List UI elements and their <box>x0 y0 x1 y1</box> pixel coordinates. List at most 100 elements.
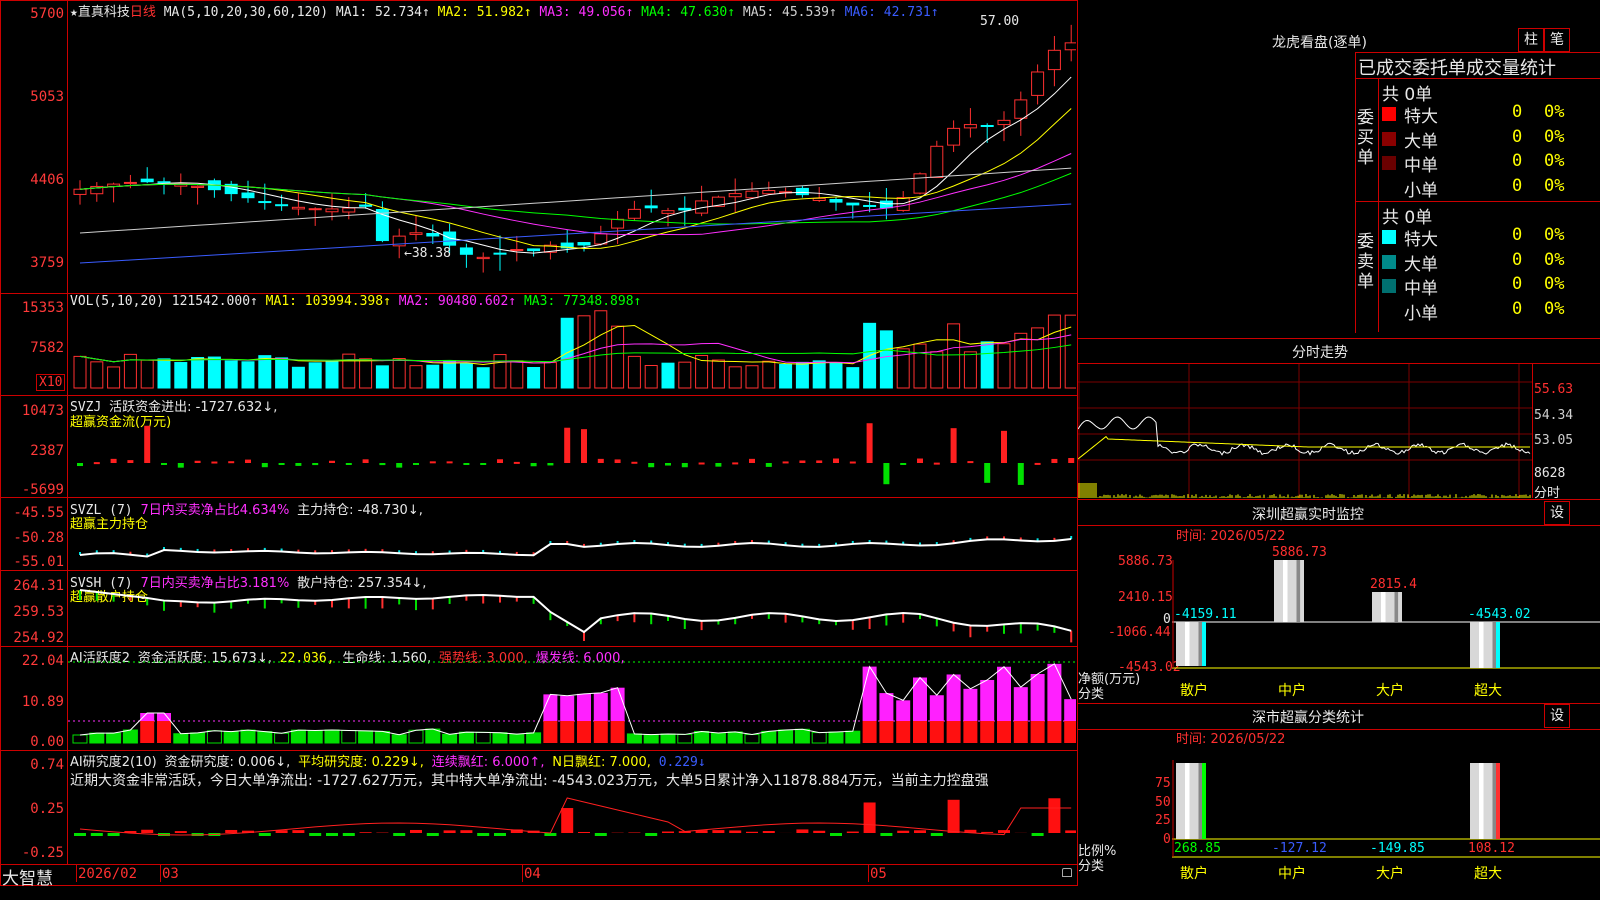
flow-bar <box>1017 463 1024 485</box>
candle-body <box>879 200 893 209</box>
sz-stats-time: 时间: 2026/05/22 <box>1176 732 1286 747</box>
activity-bar <box>778 729 794 744</box>
color-swatch <box>1382 230 1396 244</box>
divider <box>0 570 1078 571</box>
activity-bar <box>324 729 340 744</box>
tick-mode-button[interactable]: 笔 <box>1544 28 1570 52</box>
flow-bar <box>345 463 352 465</box>
activity-bar <box>694 730 710 744</box>
divider <box>0 497 1078 498</box>
main-holding-chart[interactable] <box>68 499 1076 569</box>
sell-row-count: 0 <box>1512 249 1523 270</box>
activity-bar <box>190 732 206 744</box>
flow-bar <box>782 461 789 464</box>
sz-stats-axis: 50 <box>1155 795 1171 810</box>
volume-bar <box>291 366 305 389</box>
activity-bar <box>626 733 642 744</box>
activity-base-bar <box>560 721 575 743</box>
activity-bar <box>710 732 726 744</box>
ma5-line <box>79 167 1072 234</box>
sell-row: 特大 0 0% <box>1382 225 1598 250</box>
sz-monitor-chart[interactable]: -4159.11 散户 5886.73 中户 2815.4 大户 -4543.02 超大 <box>1172 540 1600 702</box>
research-bar <box>258 833 271 836</box>
candle-body <box>140 178 154 183</box>
activity-bar <box>206 730 222 744</box>
candle-body <box>258 201 272 204</box>
candlestick-chart[interactable] <box>68 18 1076 292</box>
flow-bar <box>513 461 520 464</box>
activity-top-bar <box>140 713 155 721</box>
flow-bar <box>497 459 503 463</box>
monitor-value: -4159.11 <box>1174 607 1237 622</box>
sz-monitor-settings-button[interactable]: 设 <box>1544 501 1570 525</box>
sz-monitor-axis: 5886.73 <box>1118 554 1173 569</box>
research-bar <box>880 833 893 836</box>
research-cont: 连续飘红: 6.000↑, <box>431 755 545 770</box>
retail-tick <box>79 590 81 601</box>
flow-bar <box>749 458 755 463</box>
money-flow-chart[interactable] <box>68 400 1076 496</box>
sz-stats-chart[interactable]: 268.85 散户 -127.12 中户 -149.85 大户 108.12 超大 <box>1172 760 1600 900</box>
candle-body <box>863 204 877 207</box>
volume-bar <box>913 343 927 389</box>
activity-top-bar <box>610 687 625 721</box>
color-swatch <box>1382 303 1396 318</box>
stats-category: 超大 <box>1474 866 1502 882</box>
flow-bar <box>1051 458 1058 463</box>
sz-stats-axis: 25 <box>1155 813 1171 828</box>
flow-bar <box>833 458 839 463</box>
divider <box>1078 729 1600 730</box>
candle-body <box>829 199 843 203</box>
volume-chart[interactable] <box>68 310 1076 394</box>
buy-row: 中单 0 0% <box>1382 151 1598 176</box>
retail-tick <box>633 613 636 623</box>
volume-bar <box>997 343 1011 389</box>
sz-monitor-axis: 2410.15 <box>1118 590 1173 605</box>
research-nday: N日飘红: 7.000, <box>552 755 651 770</box>
lock-icon[interactable] <box>1062 868 1072 877</box>
candle-body <box>123 181 137 184</box>
retail-tick <box>885 614 888 626</box>
volume-bar <box>795 361 809 389</box>
volume-bar <box>241 361 255 389</box>
date-label: 2026/02 <box>78 866 138 882</box>
candle-body <box>963 124 977 129</box>
intraday-avg-line <box>1078 435 1530 460</box>
svsh-axis-label: 259.53 <box>13 604 64 620</box>
flow-bar <box>715 463 722 467</box>
activity-bar <box>341 730 357 744</box>
vol-axis-label: 15353 <box>21 300 64 316</box>
sell-row-count: 0 <box>1512 274 1523 294</box>
ai2-axis-label: 10.89 <box>21 694 64 710</box>
research-avg: 平均研究度: 0.229↓, <box>298 755 424 770</box>
volume-bar <box>510 360 524 389</box>
flow-bar <box>967 461 974 464</box>
vol-multiplier: X10 <box>36 374 66 391</box>
flow-bar <box>816 460 823 463</box>
research-bar <box>628 832 641 833</box>
date-label: 04 <box>524 866 541 882</box>
candle-body <box>510 249 524 252</box>
buy-row-pct: 0% <box>1544 175 1565 196</box>
flow-bar <box>732 462 739 465</box>
stats-value: -149.85 <box>1370 841 1425 856</box>
stats-value: -127.12 <box>1272 841 1327 856</box>
volume-bar <box>73 355 87 389</box>
candle-body <box>644 205 658 209</box>
activity-base-bar <box>913 721 927 743</box>
ai-research-chart[interactable] <box>68 785 1076 863</box>
volume-bar <box>174 362 188 389</box>
volume-bar <box>728 366 742 389</box>
volume-bar <box>812 360 826 389</box>
activity-bar <box>761 730 777 744</box>
date-tick <box>868 864 869 882</box>
intraday-chart[interactable] <box>1078 364 1532 498</box>
sell-row-label: 大单 <box>1404 254 1438 275</box>
ai-activity-chart[interactable] <box>68 660 1076 749</box>
bar-mode-button[interactable]: 柱 <box>1518 28 1544 52</box>
candle-body <box>745 190 759 199</box>
activity-top-bar <box>577 693 591 721</box>
candle-body <box>476 256 490 260</box>
retail-holding-chart[interactable] <box>68 572 1076 645</box>
sz-stats-settings-button[interactable]: 设 <box>1544 704 1570 728</box>
